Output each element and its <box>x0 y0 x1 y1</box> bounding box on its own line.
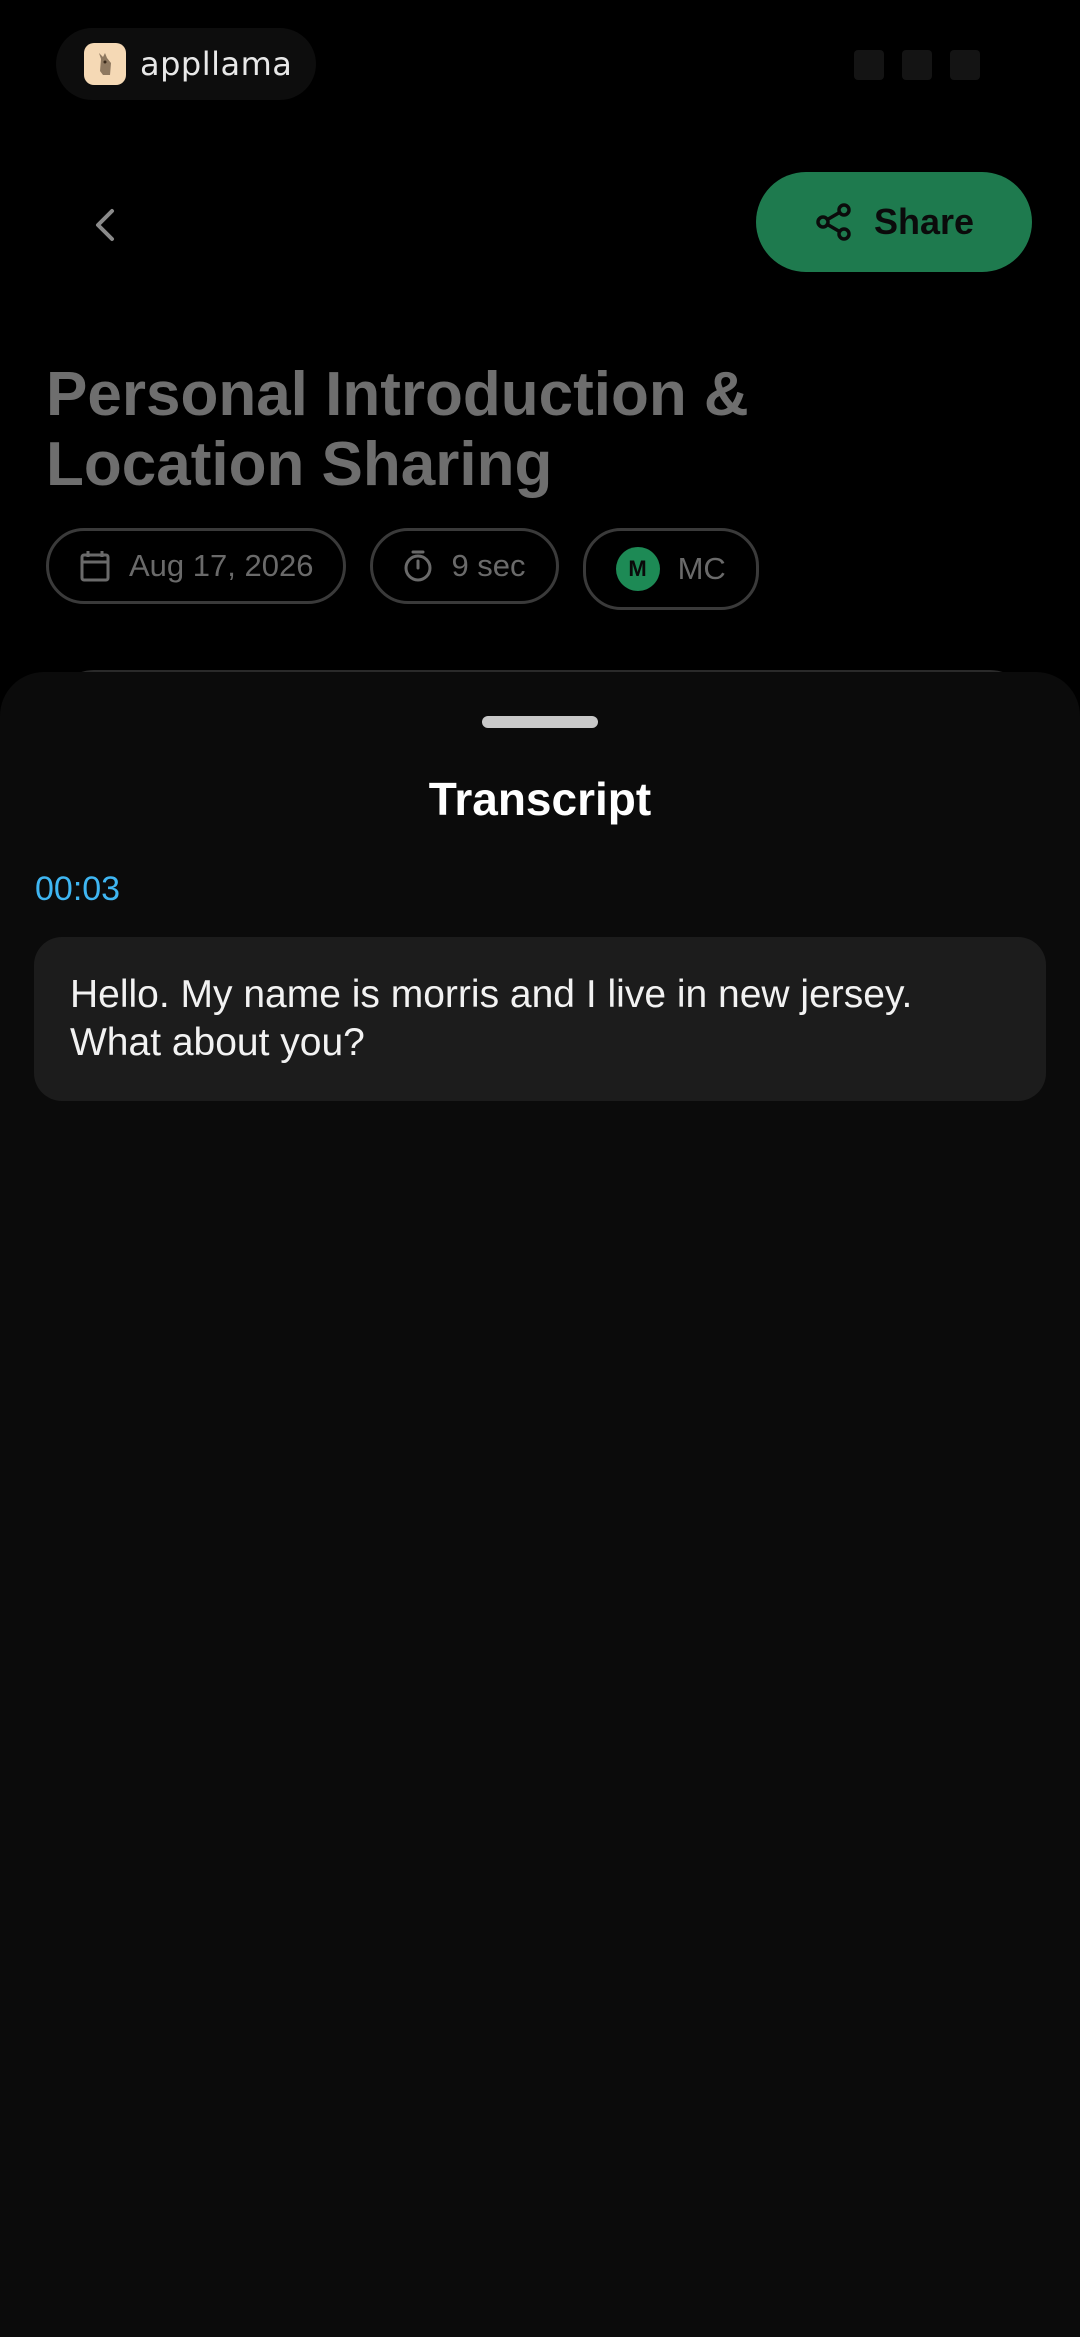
chevron-left-icon <box>96 209 114 241</box>
sheet-drag-handle[interactable] <box>482 716 598 728</box>
recording-detail-page: Share Personal Introduction & Location S… <box>0 130 1080 730</box>
back-button[interactable] <box>70 190 140 260</box>
llama-logo-icon <box>84 43 126 85</box>
speaker-chip[interactable]: M MC <box>582 528 759 610</box>
wifi-icon <box>902 50 932 80</box>
system-status-icons <box>854 50 980 80</box>
calendar-icon <box>80 551 110 582</box>
sheet-title: Transcript <box>428 773 652 825</box>
share-button[interactable]: Share <box>756 172 1032 272</box>
recording-duration: 9 sec <box>451 548 526 583</box>
segment-timestamp[interactable]: 00:03 <box>35 870 120 909</box>
signal-icon <box>854 50 884 80</box>
recording-title: Personal Introduction & Location Sharing <box>46 360 749 499</box>
speaker-label: MC <box>677 551 726 586</box>
speaker-avatar: M <box>615 547 660 591</box>
duration-chip: 9 sec <box>370 528 559 604</box>
brand-pill: appllama <box>56 28 316 100</box>
transcript-sheet: Transcript 00:03 Hello. My name is morri… <box>0 672 1080 2337</box>
transcript-segment[interactable]: Hello. My name is morris and I live in n… <box>34 937 1046 1101</box>
segment-text: Hello. My name is morris and I live in n… <box>70 973 913 1064</box>
date-chip: Aug 17, 2026 <box>46 528 347 604</box>
timer-icon <box>404 550 432 582</box>
battery-icon <box>950 50 980 80</box>
status-bar: appllama <box>0 0 1080 130</box>
metadata-chips: Aug 17, 2026 9 sec M MC <box>46 528 759 610</box>
brand-name: appllama <box>140 45 293 83</box>
share-label: Share <box>873 201 975 242</box>
recording-date: Aug 17, 2026 <box>129 548 314 583</box>
share-icon <box>816 203 851 241</box>
